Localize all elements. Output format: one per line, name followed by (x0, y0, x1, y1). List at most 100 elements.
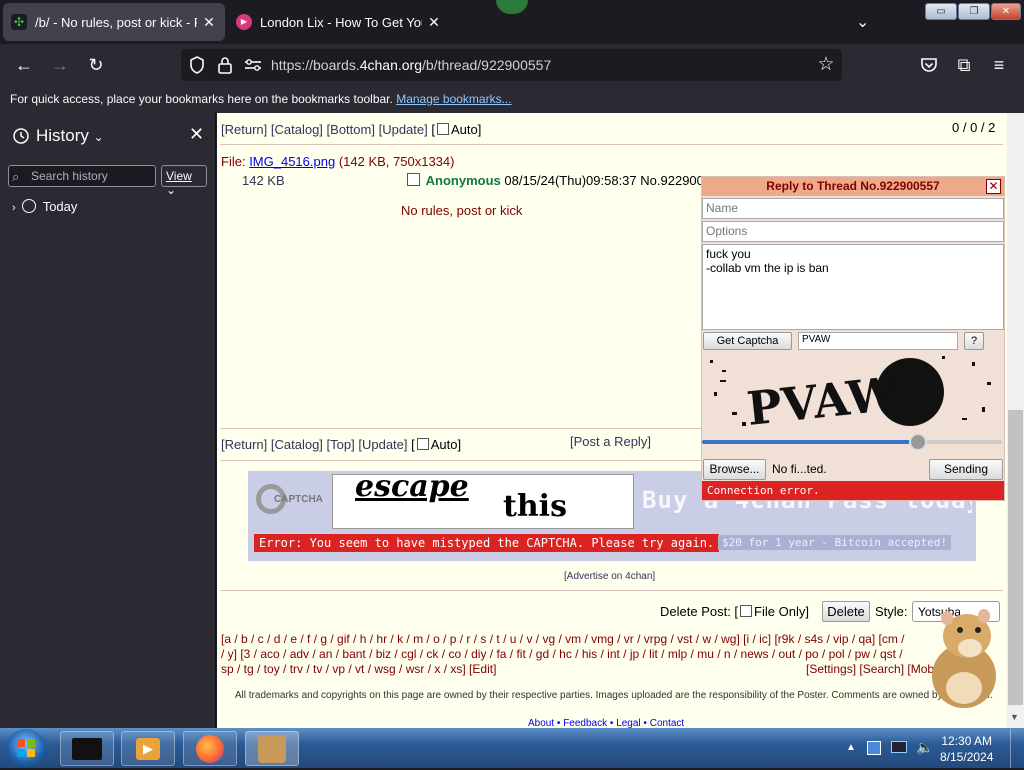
captcha-slider-handle[interactable] (909, 433, 927, 451)
network-icon[interactable] (891, 741, 907, 753)
url-text[interactable]: https://boards.4chan.org/b/thread/922900… (271, 57, 551, 73)
history-group-today[interactable]: › Today (12, 199, 77, 214)
close-quick-reply-icon[interactable]: ✕ (986, 179, 1001, 194)
extensions-icon[interactable]: ⧉ (953, 54, 975, 76)
pass-price: $20 for 1 year - Bitcoin accepted! (718, 535, 952, 550)
captcha-glyphs: PVAW (744, 366, 902, 432)
thread-stats: 0 / 0 / 2 (952, 120, 996, 135)
return-link[interactable]: [Return] (221, 122, 267, 137)
reload-icon[interactable]: ↻ (85, 54, 107, 76)
captcha-challenge-image: PVAW (702, 352, 1004, 432)
send-button[interactable]: Sending (929, 459, 1003, 480)
divider (220, 590, 1003, 591)
scroll-down-arrow-icon[interactable]: ▼ (1010, 712, 1019, 722)
post-checkbox[interactable] (407, 173, 420, 186)
comment-textarea[interactable]: fuck you -collab vm the ip is ban (702, 244, 1004, 330)
close-tab-icon[interactable]: ✕ (426, 14, 442, 31)
delete-button[interactable]: Delete (822, 601, 870, 622)
captcha-image: escape this (332, 469, 634, 529)
captcha-slider-track[interactable] (702, 440, 1002, 444)
name-input[interactable]: Name (702, 198, 1004, 219)
minimize-button[interactable]: ▭ (925, 3, 957, 20)
start-button[interactable] (6, 729, 46, 767)
update-link[interactable]: [Update] (358, 437, 407, 452)
legal-footer: All trademarks and copyrights on this pa… (234, 690, 994, 701)
lock-icon[interactable] (216, 55, 234, 75)
chevron-right-icon: › (12, 202, 16, 214)
return-link[interactable]: [Return] (221, 437, 267, 452)
boards-list-1[interactable]: [a / b / c / d / e / f / g / gif / h / h… (221, 632, 905, 647)
divider (220, 144, 1003, 145)
browse-button[interactable]: Browse... (703, 459, 766, 480)
style-label: Style: (875, 604, 908, 619)
bottom-link[interactable]: [Bottom] (327, 122, 375, 137)
clock-icon (22, 199, 37, 213)
file-link[interactable]: IMG_4516.png (249, 154, 335, 169)
catalog-link[interactable]: [Catalog] (271, 437, 323, 452)
pocket-icon[interactable] (918, 54, 940, 76)
bookmarks-message: For quick access, place your bookmarks h… (10, 92, 393, 106)
chevron-down-icon: ⌄ (166, 183, 177, 197)
thread-nav-bottom: [Return] [Catalog] [Top] [Update] [Auto] (221, 437, 462, 452)
maximize-button[interactable]: ❐ (958, 3, 990, 20)
permissions-icon[interactable] (243, 56, 263, 74)
close-tab-icon[interactable]: ✕ (201, 14, 217, 31)
thumbnail-size[interactable]: 142 KB (242, 173, 285, 188)
taskbar-firefox-icon[interactable] (183, 731, 237, 766)
file-status: No fi...ted. (772, 462, 827, 476)
hamster-mascot-image (922, 604, 1006, 710)
volume-icon[interactable]: 🔈 (916, 739, 933, 756)
sidebar-title[interactable]: History ⌄ (36, 126, 104, 146)
update-link[interactable]: [Update] (379, 122, 428, 137)
search-icon: ⌕ (12, 169, 20, 184)
boards-list-2[interactable]: / y] [3 / aco / adv / an / bant / biz / … (221, 647, 903, 662)
boards-list-3[interactable]: sp / tg / toy / trv / tv / vp / vt / wsg… (221, 662, 496, 677)
tray-app-icon[interactable] (867, 741, 881, 755)
chevron-down-icon: ⌄ (93, 130, 104, 144)
quick-reply-title[interactable]: Reply to Thread No.922900557 (702, 177, 1004, 196)
taskbar-media-player-icon[interactable]: ▶ (121, 731, 175, 766)
show-desktop-button[interactable] (1010, 729, 1024, 768)
file-info: File: IMG_4516.png (142 KB, 750x1334) (221, 154, 455, 169)
play-icon: ▶ (236, 14, 252, 30)
clock-icon (12, 127, 30, 145)
bookmarks-toolbar: For quick access, place your bookmarks h… (0, 86, 1024, 113)
clover-icon: ✣ (11, 14, 27, 30)
tab-4chan[interactable]: ✣ /b/ - No rules, post or kick - Ra ✕ (3, 3, 225, 41)
settings-search-links[interactable]: [Settings] [Search] [Mobil (806, 662, 939, 677)
view-dropdown[interactable]: View ⌄ (161, 165, 207, 197)
connection-error: Connection error. (702, 481, 1004, 500)
advertise-link[interactable]: [Advertise on 4chan] (564, 571, 655, 582)
get-captcha-button[interactable]: Get Captcha (703, 332, 792, 350)
captcha-input[interactable]: PVAW (798, 332, 958, 350)
menu-icon[interactable]: ≡ (988, 54, 1010, 76)
captcha-help-button[interactable]: ? (964, 332, 984, 350)
forward-icon[interactable]: → (49, 54, 71, 76)
star-bookmark-icon[interactable]: ☆ (815, 54, 837, 76)
options-input[interactable]: Options (702, 221, 1004, 242)
list-tabs-icon[interactable]: ⌄ (856, 12, 869, 32)
auto-checkbox[interactable] (416, 438, 429, 450)
post-info: Anonymous 08/15/24(Thu)09:58:37 No.92290… (405, 173, 726, 188)
auto-checkbox[interactable] (437, 123, 449, 135)
top-link[interactable]: [Top] (327, 437, 355, 452)
search-history-input[interactable]: Search history (8, 165, 156, 187)
close-sidebar-icon[interactable]: ✕ (189, 124, 204, 145)
clock[interactable]: 12:30 AM 8/15/2024 (940, 733, 993, 765)
poster-name: Anonymous (425, 173, 501, 188)
manage-bookmarks-link[interactable]: Manage bookmarks... (396, 92, 511, 106)
post-comment: No rules, post or kick (401, 203, 523, 218)
back-icon[interactable]: ← (13, 54, 35, 76)
shield-icon[interactable] (187, 55, 207, 75)
scrollbar-thumb[interactable] (1008, 410, 1023, 705)
thread-nav-top: [Return] [Catalog] [Bottom] [Update] [Au… (221, 122, 482, 137)
post-a-reply-link[interactable]: [Post a Reply] (570, 434, 651, 449)
tab-london-lix[interactable]: ▶ London Lix - How To Get Your ✕ (228, 3, 450, 41)
taskbar-hamster-app-icon[interactable] (245, 731, 299, 766)
file-only-checkbox[interactable] (740, 605, 753, 617)
catalog-link[interactable]: [Catalog] (271, 122, 323, 137)
show-hidden-icons[interactable]: ▲ (846, 742, 856, 753)
taskbar-terminal-icon[interactable] (60, 731, 114, 766)
captcha-error: Error: You seem to have mistyped the CAP… (254, 534, 720, 552)
close-window-button[interactable]: ✕ (991, 3, 1021, 20)
